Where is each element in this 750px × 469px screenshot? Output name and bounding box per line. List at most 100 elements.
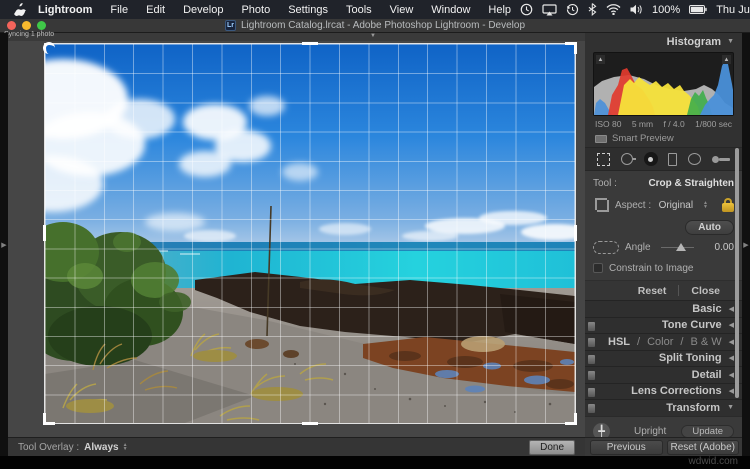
panel-header-transform[interactable]: Transform ▼ <box>585 399 742 416</box>
battery-icon[interactable] <box>689 5 707 14</box>
aspect-lock-icon[interactable] <box>722 197 734 213</box>
crop-overlay-tool-icon[interactable] <box>597 152 610 166</box>
wifi-icon[interactable] <box>606 4 621 15</box>
window-title: Lightroom Catalog.lrcat - Adobe Photosho… <box>240 20 526 31</box>
smart-preview-row[interactable]: Smart Preview <box>585 129 742 147</box>
constrain-to-image-label: Constrain to Image <box>609 262 694 274</box>
histogram-panel-header[interactable]: Histogram ▼ <box>585 33 742 50</box>
angle-slider[interactable] <box>660 242 694 252</box>
tone-curve-expand-icon[interactable]: ◀ <box>729 321 734 329</box>
crop-frame-icon[interactable] <box>593 198 609 212</box>
crop-close-button[interactable]: Close <box>679 285 732 297</box>
panel-header-basic[interactable]: Basic ◀ <box>585 300 742 317</box>
crop-handle-left[interactable] <box>43 225 46 241</box>
shadow-clipping-icon[interactable]: ▲ <box>596 55 605 64</box>
tool-name: Crop & Straighten <box>648 178 734 189</box>
straighten-dial-icon[interactable] <box>593 240 619 254</box>
exif-aperture: f / 4.0 <box>663 119 685 129</box>
histogram-collapse-icon[interactable]: ▼ <box>727 38 734 45</box>
menu-tools[interactable]: Tools <box>337 4 381 16</box>
crop-handle-top[interactable] <box>302 42 318 45</box>
top-panel-collapse-icon[interactable]: ▼ <box>370 33 376 39</box>
angle-label: Angle <box>625 241 651 253</box>
panel-header-detail[interactable]: Detail ◀ <box>585 366 742 383</box>
right-panel-collapse-icon[interactable]: ▶ <box>743 241 748 249</box>
lens-corrections-label: Lens Corrections <box>631 385 722 398</box>
panel-header-hsl[interactable]: HSL / Color / B & W ◀ <box>585 333 742 350</box>
crop-handle-top-left[interactable] <box>43 42 55 54</box>
split-toning-toggle[interactable] <box>588 354 595 364</box>
reset-adobe-button[interactable]: Reset (Adobe) <box>666 439 739 455</box>
highlight-clipping-icon[interactable]: ▲ <box>722 55 731 64</box>
adjustment-brush-tool-icon[interactable] <box>711 153 730 165</box>
macos-menu-bar: Lightroom File Edit Develop Photo Settin… <box>0 0 750 19</box>
right-panel-edge-strip[interactable]: ▶ <box>742 33 750 456</box>
hsl-bw-label[interactable]: B & W <box>690 336 721 348</box>
previous-button[interactable]: Previous <box>590 439 663 455</box>
time-machine-icon[interactable] <box>566 3 579 16</box>
angle-value[interactable]: 0.00 <box>704 242 734 253</box>
menu-file[interactable]: File <box>101 4 137 16</box>
menu-develop[interactable]: Develop <box>174 4 232 16</box>
photo-canvas[interactable] <box>43 42 577 425</box>
aspect-label: Aspect : <box>615 199 652 211</box>
detail-expand-icon[interactable]: ◀ <box>729 371 734 379</box>
left-panel-expand-icon[interactable]: ▶ <box>1 241 6 249</box>
menu-photo[interactable]: Photo <box>232 4 279 16</box>
hsl-label[interactable]: HSL <box>608 336 630 348</box>
hsl-expand-icon[interactable]: ◀ <box>729 338 734 346</box>
spot-removal-tool-icon[interactable] <box>620 153 636 165</box>
crop-handle-bottom-right[interactable] <box>565 413 577 425</box>
lens-corrections-toggle[interactable] <box>588 387 595 397</box>
battery-percent: 100% <box>652 3 681 16</box>
menubar-clock[interactable]: Thu Jul 7 2:12 PM <box>716 4 750 16</box>
hsl-separator-2: / <box>680 335 684 348</box>
lens-corrections-expand-icon[interactable]: ◀ <box>729 387 734 395</box>
hsl-toggle[interactable] <box>588 338 595 347</box>
tool-overlay-value[interactable]: Always <box>84 442 118 453</box>
menu-view[interactable]: View <box>381 4 423 16</box>
panel-header-split-toning[interactable]: Split Toning ◀ <box>585 349 742 366</box>
filmstrip-collapsed-bar[interactable]: wdwid.com <box>0 456 750 469</box>
transform-toggle[interactable] <box>588 404 595 413</box>
graduated-filter-tool-icon[interactable] <box>668 152 678 166</box>
menu-settings[interactable]: Settings <box>279 4 337 16</box>
split-toning-expand-icon[interactable]: ◀ <box>729 354 734 362</box>
basic-expand-icon[interactable]: ◀ <box>729 305 734 313</box>
aspect-dropdown-icon[interactable]: ▲ ▼ <box>703 201 708 210</box>
bluetooth-icon[interactable] <box>588 3 597 16</box>
constrain-to-image-checkbox[interactable] <box>593 263 603 273</box>
crop-reset-button[interactable]: Reset <box>626 285 679 297</box>
develop-right-panel: Histogram ▼ ▲ ▲ ISO 80 5 mm f / 4.0 1/80… <box>585 33 742 456</box>
crop-handle-bottom[interactable] <box>302 422 318 425</box>
auto-straighten-button[interactable]: Auto <box>685 219 734 235</box>
crop-grid-overlay <box>44 43 576 424</box>
hsl-color-label[interactable]: Color <box>647 336 673 348</box>
panel-scrollbar[interactable] <box>735 148 739 398</box>
tool-overlay-dropdown-icon[interactable]: ▲ ▼ <box>123 443 128 452</box>
done-button[interactable]: Done <box>529 439 575 455</box>
menu-lightroom[interactable]: Lightroom <box>36 4 101 16</box>
menu-help[interactable]: Help <box>479 4 520 16</box>
clock-icon[interactable] <box>520 3 533 16</box>
aspect-value-dropdown[interactable]: Original <box>659 200 693 211</box>
airplay-display-icon[interactable] <box>542 3 557 16</box>
split-toning-label: Split Toning <box>658 352 722 365</box>
histogram-display[interactable]: ▲ ▲ <box>593 52 734 116</box>
menu-window[interactable]: Window <box>422 4 479 16</box>
apple-menu-icon[interactable] <box>14 2 26 16</box>
panel-header-lens-corrections[interactable]: Lens Corrections ◀ <box>585 382 742 399</box>
left-panel-collapsed-strip[interactable]: ▶ <box>0 33 8 456</box>
red-eye-tool-icon[interactable] <box>643 152 658 166</box>
transform-collapse-icon[interactable]: ▼ <box>727 404 734 411</box>
volume-icon[interactable] <box>630 4 643 15</box>
crop-handle-right[interactable] <box>574 225 577 241</box>
tone-curve-toggle[interactable] <box>588 321 595 331</box>
smart-preview-icon <box>595 134 607 143</box>
panel-header-tone-curve[interactable]: Tone Curve ◀ <box>585 316 742 333</box>
detail-toggle[interactable] <box>588 371 595 380</box>
crop-handle-bottom-left[interactable] <box>43 413 55 425</box>
crop-handle-top-right[interactable] <box>565 42 577 54</box>
menu-edit[interactable]: Edit <box>137 4 174 16</box>
radial-filter-tool-icon[interactable] <box>688 153 702 165</box>
